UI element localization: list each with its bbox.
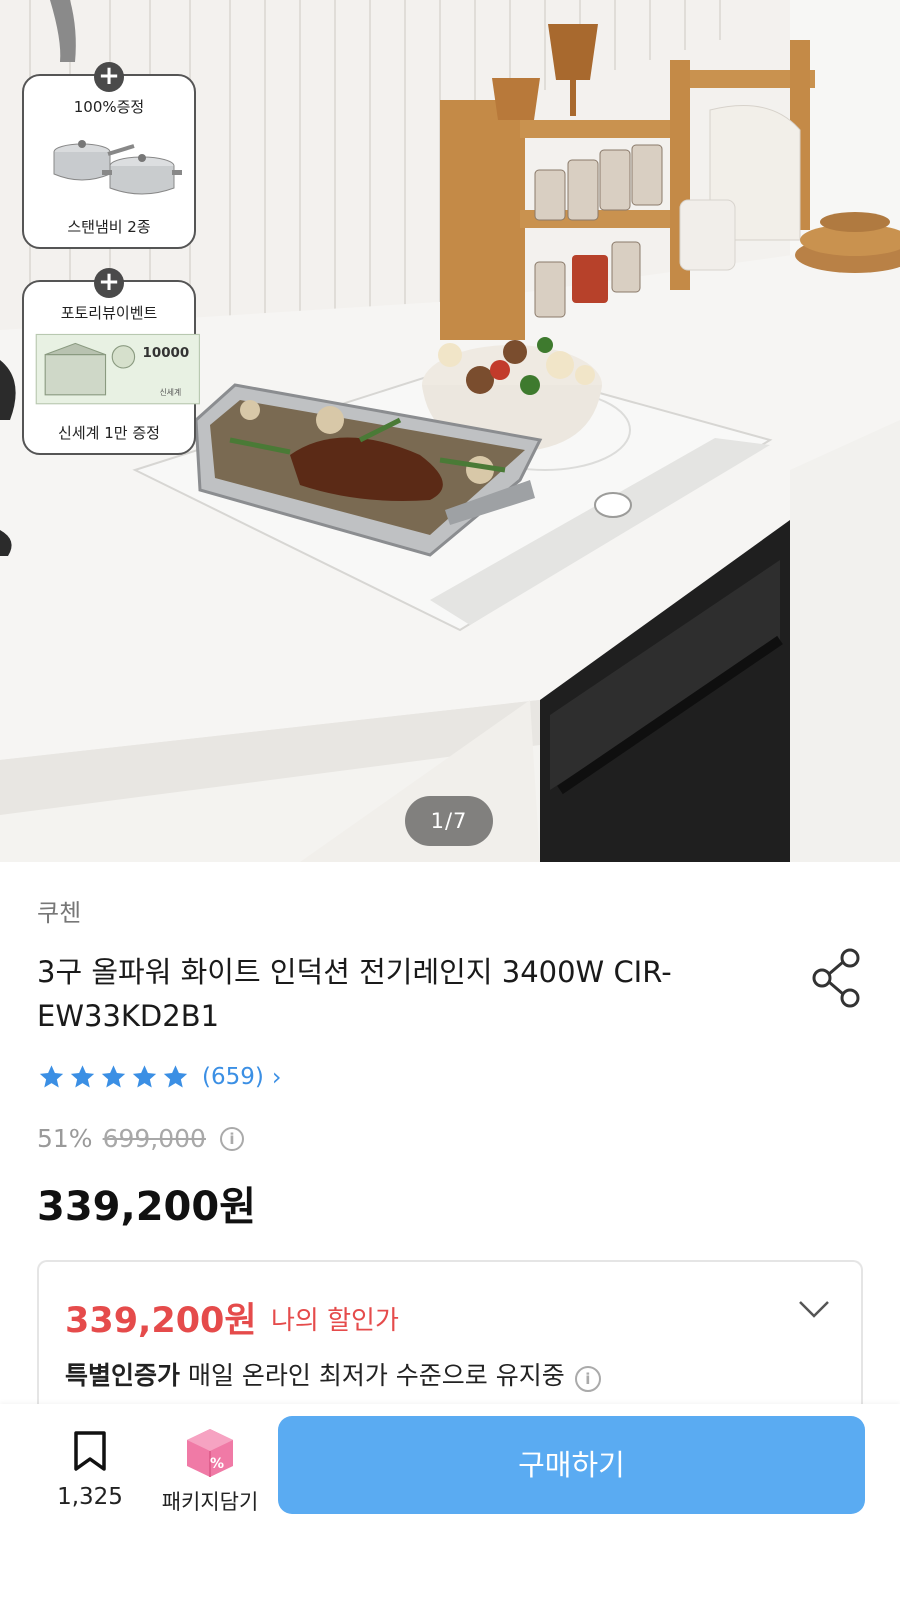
share-icon[interactable] <box>810 946 862 1008</box>
add-to-package-button[interactable]: % 패키지담기 <box>152 1422 268 1516</box>
info-icon[interactable]: i <box>574 1366 601 1392</box>
star-icon <box>39 1065 64 1088</box>
chevron-right-icon[interactable]: › <box>272 1063 282 1091</box>
my-discount-box[interactable]: 339,200원 나의 할인가 특별인증가 매일 온라인 최저가 수준으로 유지… <box>37 1260 863 1410</box>
bookmark-button[interactable]: 1,325 <box>50 1422 130 1510</box>
star-icon <box>101 1065 126 1088</box>
sale-price: 339,200원 <box>37 1184 256 1230</box>
gift-caption: 스탠냄비 2종 <box>67 218 151 236</box>
package-box-icon: % <box>187 1429 233 1477</box>
gift-title: 100%증정 <box>73 98 145 116</box>
voucher-value: 10000 <box>143 346 190 361</box>
special-price-badge: 특별인증가 <box>65 1361 181 1390</box>
special-price-text: 매일 온라인 최저가 수준으로 유지중 <box>180 1361 565 1390</box>
plus-icon: + <box>94 268 124 298</box>
discount-row: 51% 699,000 i <box>37 1124 244 1153</box>
rating-row[interactable]: (659) › <box>37 1062 281 1092</box>
info-icon[interactable]: i <box>219 1126 244 1151</box>
star-icon <box>70 1065 95 1088</box>
gift-title: 포토리뷰이벤트 <box>60 304 158 322</box>
image-page-counter: 1/7 <box>405 796 493 846</box>
star-icon <box>163 1065 188 1088</box>
chevron-down-icon[interactable] <box>797 1296 831 1322</box>
stainless-pot-set-image <box>53 140 182 195</box>
my-discount-price: 339,200원 <box>65 1301 257 1341</box>
product-image-carousel[interactable]: + 100%증정 스탠냄비 2종 + 포토리뷰이벤트 10000 신세계 신세계… <box>0 0 900 862</box>
brand-name[interactable]: 쿠첸 <box>37 893 81 928</box>
star-icon <box>132 1065 157 1088</box>
gift-card-photo-review[interactable]: + 포토리뷰이벤트 10000 신세계 신세계 1만 증정 <box>22 268 200 455</box>
original-price: 699,000 <box>102 1124 206 1153</box>
product-title: 3구 올파워 화이트 인덕션 전기레인지 3400W CIR-EW33KD2B1 <box>37 955 672 1033</box>
gift-card-pots[interactable]: + 100%증정 스탠냄비 2종 <box>22 62 196 249</box>
voucher-brand: 신세계 <box>160 387 182 397</box>
plus-icon: + <box>94 62 124 92</box>
bookmark-count: 1,325 <box>57 1484 123 1510</box>
gift-caption: 신세계 1만 증정 <box>58 424 160 442</box>
review-count[interactable]: (659) <box>202 1064 264 1090</box>
my-discount-label: 나의 할인가 <box>271 1306 399 1336</box>
discount-rate: 51% <box>37 1124 93 1153</box>
package-label: 패키지담기 <box>161 1490 259 1514</box>
special-price-note: 특별인증가 매일 온라인 최저가 수준으로 유지중 i <box>65 1356 601 1392</box>
bookmark-icon <box>74 1431 106 1471</box>
buy-button[interactable]: 구매하기 <box>278 1416 865 1514</box>
gift-voucher-image: 10000 신세계 <box>35 333 200 405</box>
svg-text:%: % <box>210 1456 224 1472</box>
bottom-action-bar: 1,325 % 패키지담기 구매하기 <box>0 1404 900 1604</box>
